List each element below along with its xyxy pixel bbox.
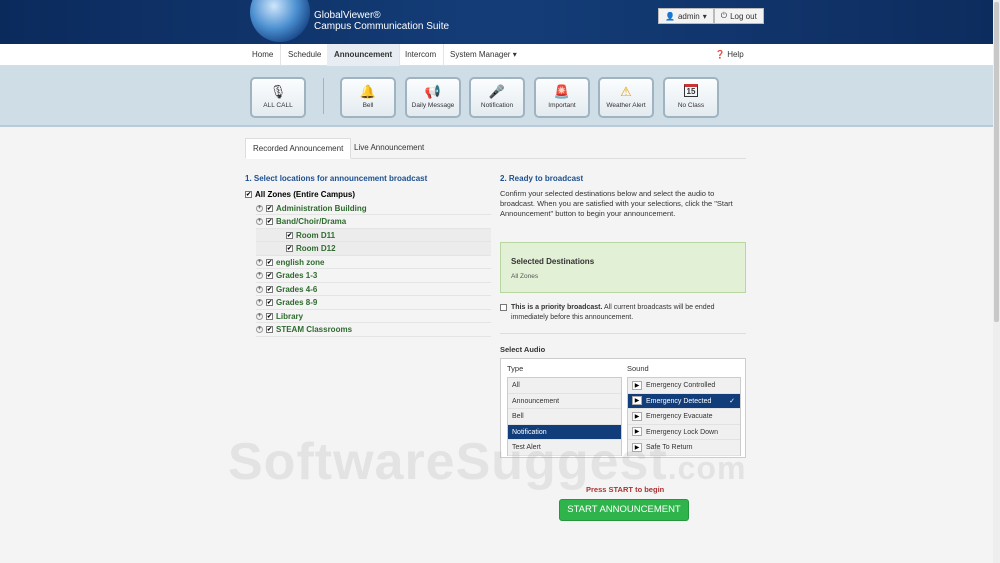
zone-item[interactable]: + ✔ STEAM Classrooms bbox=[256, 323, 491, 337]
selected-destinations: Selected Destinations All Zones bbox=[500, 242, 746, 293]
expand-icon[interactable]: + bbox=[256, 326, 263, 334]
priority-checkbox[interactable] bbox=[500, 304, 507, 311]
tree-root[interactable]: ✔ All Zones (Entire Campus) bbox=[245, 188, 491, 202]
tab-recorded-announcement[interactable]: Recorded Announcement bbox=[245, 138, 352, 159]
checkbox[interactable]: ✔ bbox=[266, 258, 273, 266]
expand-icon[interactable]: + bbox=[256, 218, 263, 226]
sound-item[interactable]: ▶ Emergency Evacuate bbox=[628, 409, 740, 425]
checkbox[interactable]: ✔ bbox=[266, 326, 273, 334]
checkbox[interactable]: ✔ bbox=[266, 299, 273, 307]
brand-subtitle: Campus Communication Suite bbox=[314, 21, 450, 32]
main-nav: Home Schedule Announcement Intercom Syst… bbox=[0, 44, 993, 66]
calendar-icon: 15 bbox=[665, 82, 717, 102]
checkbox[interactable]: ✔ bbox=[266, 218, 273, 226]
toolbar-divider bbox=[323, 78, 324, 114]
check-icon: ✓ bbox=[729, 397, 735, 405]
checkbox[interactable]: ✔ bbox=[245, 191, 252, 199]
bell-icon: 🔔 bbox=[359, 84, 377, 99]
user-menu-button[interactable]: 👤 admin ▾ bbox=[658, 8, 714, 24]
priority-option[interactable]: This is a priority broadcast. All curren… bbox=[500, 303, 748, 323]
zone-item[interactable]: + ✔ Grades 4-6 bbox=[256, 283, 491, 296]
expand-icon[interactable]: + bbox=[256, 285, 263, 293]
sound-item[interactable]: ▶ Emergency Detected ✓ bbox=[628, 393, 740, 409]
tab-live-announcement[interactable]: Live Announcement bbox=[347, 138, 431, 159]
bell-button[interactable]: 🔔 Bell bbox=[340, 77, 396, 118]
nav-intercom[interactable]: Intercom bbox=[398, 44, 445, 66]
notification-button[interactable]: 🎤 Notification bbox=[469, 77, 525, 118]
zone-item[interactable]: + ✔ Band/Choir/Drama bbox=[256, 215, 491, 229]
daily-message-button[interactable]: 📢 Daily Message bbox=[405, 77, 461, 118]
scrollbar[interactable] bbox=[993, 0, 1000, 563]
start-announcement-button[interactable]: START ANNOUNCEMENT bbox=[559, 499, 689, 521]
nav-announcement[interactable]: Announcement bbox=[327, 44, 401, 66]
announcement-toolbar: 🎙 ALL CALL 🔔 Bell 📢 Daily Message 🎤 Notifica… bbox=[0, 66, 993, 127]
instructions: Confirm your selected destinations below… bbox=[500, 189, 733, 218]
microphone-icon: 🎙 bbox=[269, 84, 287, 99]
power-icon: ⏻ bbox=[720, 11, 728, 20]
zone-item[interactable]: + ✔ english zone bbox=[256, 256, 491, 269]
select-audio-label: Select Audio bbox=[500, 345, 546, 354]
help-icon: ❓ bbox=[715, 50, 725, 59]
type-item[interactable]: Bell bbox=[508, 409, 621, 425]
expand-icon[interactable]: + bbox=[256, 299, 263, 307]
app-header: GlobalViewer® Campus Communication Suite… bbox=[0, 0, 993, 44]
checkbox[interactable]: ✔ bbox=[266, 285, 273, 293]
caret-down-icon: ▾ bbox=[512, 50, 517, 59]
expand-icon[interactable]: + bbox=[256, 312, 263, 320]
brand-name: GlobalViewer® bbox=[314, 10, 381, 21]
all-call-button[interactable]: 🎙 ALL CALL bbox=[250, 77, 306, 118]
zone-tree: ✔ All Zones (Entire Campus) + ✔ Administrat… bbox=[245, 188, 491, 337]
watermark: SoftwareSuggest.com bbox=[228, 433, 747, 491]
weather-alert-button[interactable]: ⚠ Weather Alert bbox=[598, 77, 654, 118]
nav-system-manager[interactable]: System Manager ▾ bbox=[443, 44, 524, 66]
caret-down-icon: ▾ bbox=[702, 11, 707, 21]
subzone-item[interactable]: ✔ Room D12 bbox=[256, 242, 491, 256]
expand-icon[interactable]: + bbox=[256, 204, 263, 212]
checkbox[interactable]: ✔ bbox=[266, 272, 273, 280]
broadcast-heading: 2. Ready to broadcast bbox=[500, 174, 584, 183]
megaphone-icon: 📢 bbox=[424, 84, 442, 99]
globe-logo bbox=[250, 0, 310, 42]
zone-item[interactable]: + ✔ Administration Building bbox=[256, 202, 491, 215]
help-link[interactable]: ❓ Help bbox=[708, 44, 751, 66]
expand-icon[interactable]: + bbox=[256, 272, 263, 280]
locations-heading: 1. Select locations for announcement bro… bbox=[245, 174, 428, 183]
no-class-button[interactable]: 15 No Class bbox=[663, 77, 719, 118]
play-icon[interactable]: ▶ bbox=[632, 380, 642, 390]
handheld-mic-icon: 🎤 bbox=[488, 84, 506, 99]
zone-item[interactable]: + ✔ Grades 1-3 bbox=[256, 269, 491, 283]
announcement-tabs: Recorded Announcement Live Announcement bbox=[245, 138, 746, 159]
type-item[interactable]: Announcement bbox=[508, 394, 621, 409]
checkbox[interactable]: ✔ bbox=[286, 231, 293, 239]
siren-icon: 🚨 bbox=[553, 84, 571, 99]
play-icon[interactable]: ▶ bbox=[632, 411, 642, 421]
play-icon[interactable]: ▶ bbox=[632, 396, 642, 406]
checkbox[interactable]: ✔ bbox=[266, 312, 273, 320]
zone-item[interactable]: + ✔ Grades 8-9 bbox=[256, 296, 491, 310]
expand-icon[interactable]: + bbox=[256, 258, 263, 266]
sound-item[interactable]: ▶ Emergency Controlled bbox=[628, 378, 740, 394]
scrollbar-thumb[interactable] bbox=[994, 2, 999, 322]
user-icon: 👤 bbox=[665, 11, 675, 21]
logout-button[interactable]: ⏻ Log out bbox=[713, 8, 764, 24]
nav-home[interactable]: Home bbox=[245, 44, 282, 66]
nav-schedule[interactable]: Schedule bbox=[281, 44, 330, 66]
brand: GlobalViewer® Campus Communication Suite bbox=[314, 10, 449, 32]
zone-item[interactable]: + ✔ Library bbox=[256, 310, 491, 323]
important-button[interactable]: 🚨 Important bbox=[534, 77, 590, 118]
subzone-item[interactable]: ✔ Room D11 bbox=[256, 228, 491, 242]
checkbox[interactable]: ✔ bbox=[266, 204, 273, 212]
warning-icon: ⚠ bbox=[620, 84, 632, 99]
checkbox[interactable]: ✔ bbox=[286, 245, 293, 253]
type-item[interactable]: All bbox=[508, 378, 621, 394]
